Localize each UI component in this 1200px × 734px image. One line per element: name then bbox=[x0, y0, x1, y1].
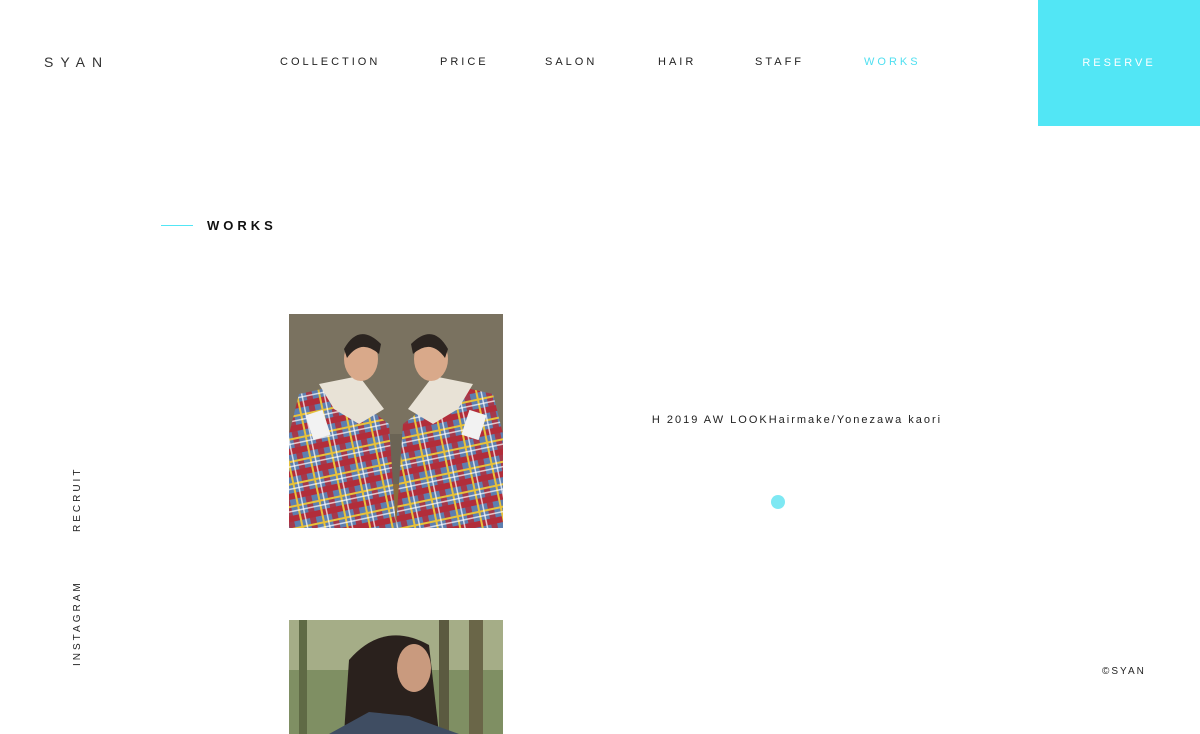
nav-salon[interactable]: SALON bbox=[545, 56, 597, 68]
section-line-decoration bbox=[161, 224, 193, 226]
side-link-instagram[interactable]: INSTAGRAM bbox=[72, 580, 83, 666]
work-image-1[interactable] bbox=[289, 314, 503, 528]
copyright: ©SYAN bbox=[1102, 666, 1146, 677]
reserve-label: RESERVE bbox=[1082, 57, 1156, 69]
main-nav: COLLECTION PRICE SALON HAIR STAFF WORKS bbox=[0, 56, 1000, 70]
work-image-2[interactable] bbox=[289, 620, 503, 734]
side-link-recruit[interactable]: RECRUIT bbox=[72, 467, 83, 532]
nav-staff[interactable]: STAFF bbox=[755, 56, 804, 68]
nav-price[interactable]: PRICE bbox=[440, 56, 489, 68]
nav-collection[interactable]: COLLECTION bbox=[280, 56, 380, 68]
nav-works[interactable]: WORKS bbox=[864, 56, 921, 68]
section-title: WORKS bbox=[207, 217, 277, 233]
nav-hair[interactable]: HAIR bbox=[658, 56, 696, 68]
slider-dot[interactable] bbox=[771, 495, 785, 509]
reserve-button[interactable]: RESERVE bbox=[1038, 0, 1200, 126]
work-caption-1[interactable]: H 2019 AW LOOKHairmake/Yonezawa kaori bbox=[600, 414, 994, 426]
section-heading: WORKS bbox=[161, 217, 277, 233]
